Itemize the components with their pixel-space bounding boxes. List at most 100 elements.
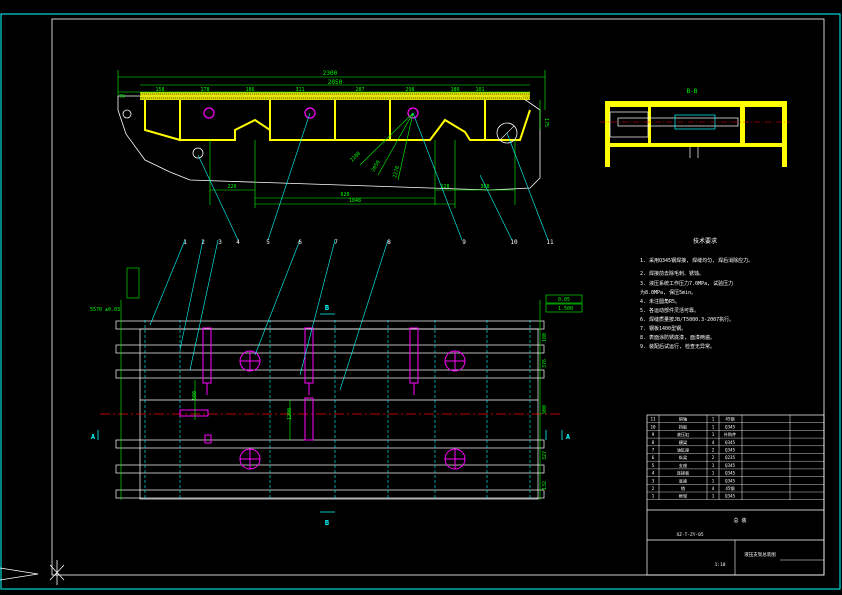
dim-inner: 2050 bbox=[328, 79, 343, 86]
bom-cell: 9 bbox=[652, 432, 655, 437]
section-mark-a-left: A bbox=[91, 433, 96, 441]
drawing-canvas: 2300 2050 70 158 178 186 311 287 298 186… bbox=[0, 13, 841, 590]
bom-cell: 1 bbox=[712, 478, 715, 483]
dim-right-5: 132 bbox=[542, 481, 548, 490]
plan-rotors bbox=[239, 350, 466, 470]
bom-cell: 6 bbox=[652, 455, 655, 460]
bom-cell: 1 bbox=[712, 494, 715, 499]
bom-cell: 45钢 bbox=[725, 416, 734, 423]
pin-bottom bbox=[192, 147, 204, 159]
section-mark-b-top: B bbox=[325, 304, 329, 312]
balloon-6: 6 bbox=[298, 239, 302, 246]
title-mid: 总 装 bbox=[733, 517, 746, 524]
section-mark-b-bottom: B bbox=[325, 519, 329, 527]
section-mark-a-right: A bbox=[566, 433, 571, 441]
dim-right-2: 376 bbox=[542, 359, 548, 368]
note-7: 6. 焊缝质量按JB/T5000.3-2007执行。 bbox=[640, 316, 734, 323]
dim-seg-9: 101 bbox=[475, 87, 484, 93]
bom-cell: Q345 bbox=[725, 424, 736, 429]
hole-1 bbox=[203, 107, 215, 119]
bom-cell: Q345 bbox=[725, 478, 736, 483]
elevation-view: 2300 2050 70 158 178 186 311 287 298 186… bbox=[117, 70, 549, 208]
dim-overall: 2300 bbox=[323, 70, 338, 77]
bom-cell: 连接板 bbox=[677, 470, 690, 477]
section-bb-title: B-B bbox=[687, 88, 698, 95]
bom-cell: 1 bbox=[712, 471, 715, 476]
dim-right-4: 327 bbox=[542, 451, 548, 460]
bom-cell: 纵梁 bbox=[679, 454, 688, 461]
dim-seg-6: 287 bbox=[355, 87, 364, 93]
technical-notes: 技术要求 1. 采用Q345钢焊接, 焊缝均匀, 焊后消除应力。 2. 焊接前去… bbox=[640, 237, 753, 350]
bom-cell: 横梁 bbox=[679, 439, 688, 446]
dim-seg-2: 158 bbox=[155, 87, 164, 93]
bom-cell: 1 bbox=[712, 417, 715, 422]
bom-cell: 45钢 bbox=[725, 485, 734, 492]
bom-cell: 框架 bbox=[679, 493, 687, 500]
bom-cell: 支座 bbox=[679, 462, 687, 469]
tolerance-left: 5570 ±0.03 bbox=[90, 307, 120, 313]
elevation-outline bbox=[117, 95, 541, 191]
balloons: 1 2 3 4 5 6 7 8 9 10 11 bbox=[183, 239, 554, 246]
dim-vertical-1: 500 bbox=[192, 391, 198, 400]
bom-cell: 外购件 bbox=[724, 431, 737, 438]
bom-cell: 液压缸 bbox=[677, 431, 690, 438]
gdt-1: 0.05 bbox=[558, 297, 570, 303]
balloon-10: 10 bbox=[510, 239, 518, 246]
bom-cell: Q345 bbox=[725, 463, 736, 468]
notes-title: 技术要求 bbox=[693, 237, 717, 245]
bom-cell: Q235 bbox=[725, 455, 736, 460]
bom-cell: 油缸座 bbox=[677, 447, 690, 454]
dim-seg-4: 186 bbox=[245, 87, 254, 93]
note-2: 2. 焊接前去除毛刺、锈蚀。 bbox=[640, 270, 704, 277]
title-scale: 1:10 bbox=[715, 562, 726, 568]
dim-angle-1: 2100 bbox=[349, 151, 362, 164]
bom-cell: 10 bbox=[650, 424, 656, 429]
balloon-2: 2 bbox=[201, 239, 205, 246]
dim-seg-8: 186 bbox=[450, 87, 459, 93]
dim-bot-3: 1848 bbox=[349, 198, 361, 204]
bom-table: 11 销轴 1 45钢10 挡板 1 Q3459 液压缸 1 外购件8 横梁 4 Q3457 油缸座 2 Q3… bbox=[647, 416, 824, 500]
dim-right-3: 900 bbox=[542, 405, 548, 414]
note-3: 3. 液压系统工作压力7.0MPa, 试验压力 bbox=[640, 280, 733, 287]
corner-marker bbox=[0, 560, 65, 585]
balloon-5: 5 bbox=[266, 239, 270, 246]
dim-seg-3: 178 bbox=[200, 87, 209, 93]
bom-cell: 1 bbox=[652, 494, 655, 499]
dim-seg-5: 311 bbox=[295, 87, 304, 93]
dim-seg-7: 298 bbox=[405, 87, 414, 93]
balloon-9: 9 bbox=[462, 239, 466, 246]
cad-drawing-sheet: 2300 2050 70 158 178 186 311 287 298 186… bbox=[0, 0, 842, 591]
title-right: 液压支架总装图 bbox=[744, 551, 776, 558]
pin-left bbox=[122, 109, 132, 119]
balloon-1: 1 bbox=[183, 239, 187, 246]
bom-cell: 1 bbox=[712, 424, 715, 429]
balloon-4: 4 bbox=[236, 239, 240, 246]
dim-right-1: 180 bbox=[542, 333, 548, 342]
bom-cell: Q345 bbox=[725, 494, 736, 499]
gdt-2: 1.500 bbox=[558, 306, 573, 312]
bom-cell: 销 bbox=[681, 485, 685, 492]
bom-cell: 1 bbox=[712, 432, 715, 437]
bom-cell: 7 bbox=[652, 448, 655, 453]
bom-cell: 1 bbox=[712, 463, 715, 468]
note-9: 8. 表面涂防锈底漆, 面漆两遍。 bbox=[640, 334, 715, 341]
note-6: 5. 各运动部件灵活可靠。 bbox=[640, 307, 699, 314]
balloon-3: 3 bbox=[218, 239, 222, 246]
title-block: XZ-T-ZY-05 总 装 液压支架总装图 1:10 bbox=[646, 414, 825, 576]
bom-cell: 4 bbox=[712, 440, 715, 445]
bom-cell: Q345 bbox=[725, 448, 736, 453]
bom-cell: 4 bbox=[652, 471, 655, 476]
elevation-webs bbox=[144, 100, 531, 142]
bom-cell: Q345 bbox=[725, 440, 736, 445]
note-1: 1. 采用Q345钢焊接, 焊缝均匀, 焊后消除应力。 bbox=[640, 257, 753, 264]
plan-view: A A B B 5570 ±0.03 500 1200 180 376 900 … bbox=[90, 267, 583, 527]
bom-cell: 销轴 bbox=[679, 416, 687, 423]
note-5: 4. 未注圆角R5。 bbox=[640, 298, 680, 305]
bom-cell: 11 bbox=[650, 417, 656, 422]
bom-cell: 5 bbox=[652, 463, 655, 468]
bom-cell: Q345 bbox=[725, 471, 736, 476]
note-4: 为8.0MPa, 保压5min。 bbox=[640, 289, 696, 296]
bom-cell: 2 bbox=[712, 455, 715, 460]
bom-cell: 8 bbox=[652, 440, 655, 445]
dim-height: 175 bbox=[543, 118, 549, 127]
